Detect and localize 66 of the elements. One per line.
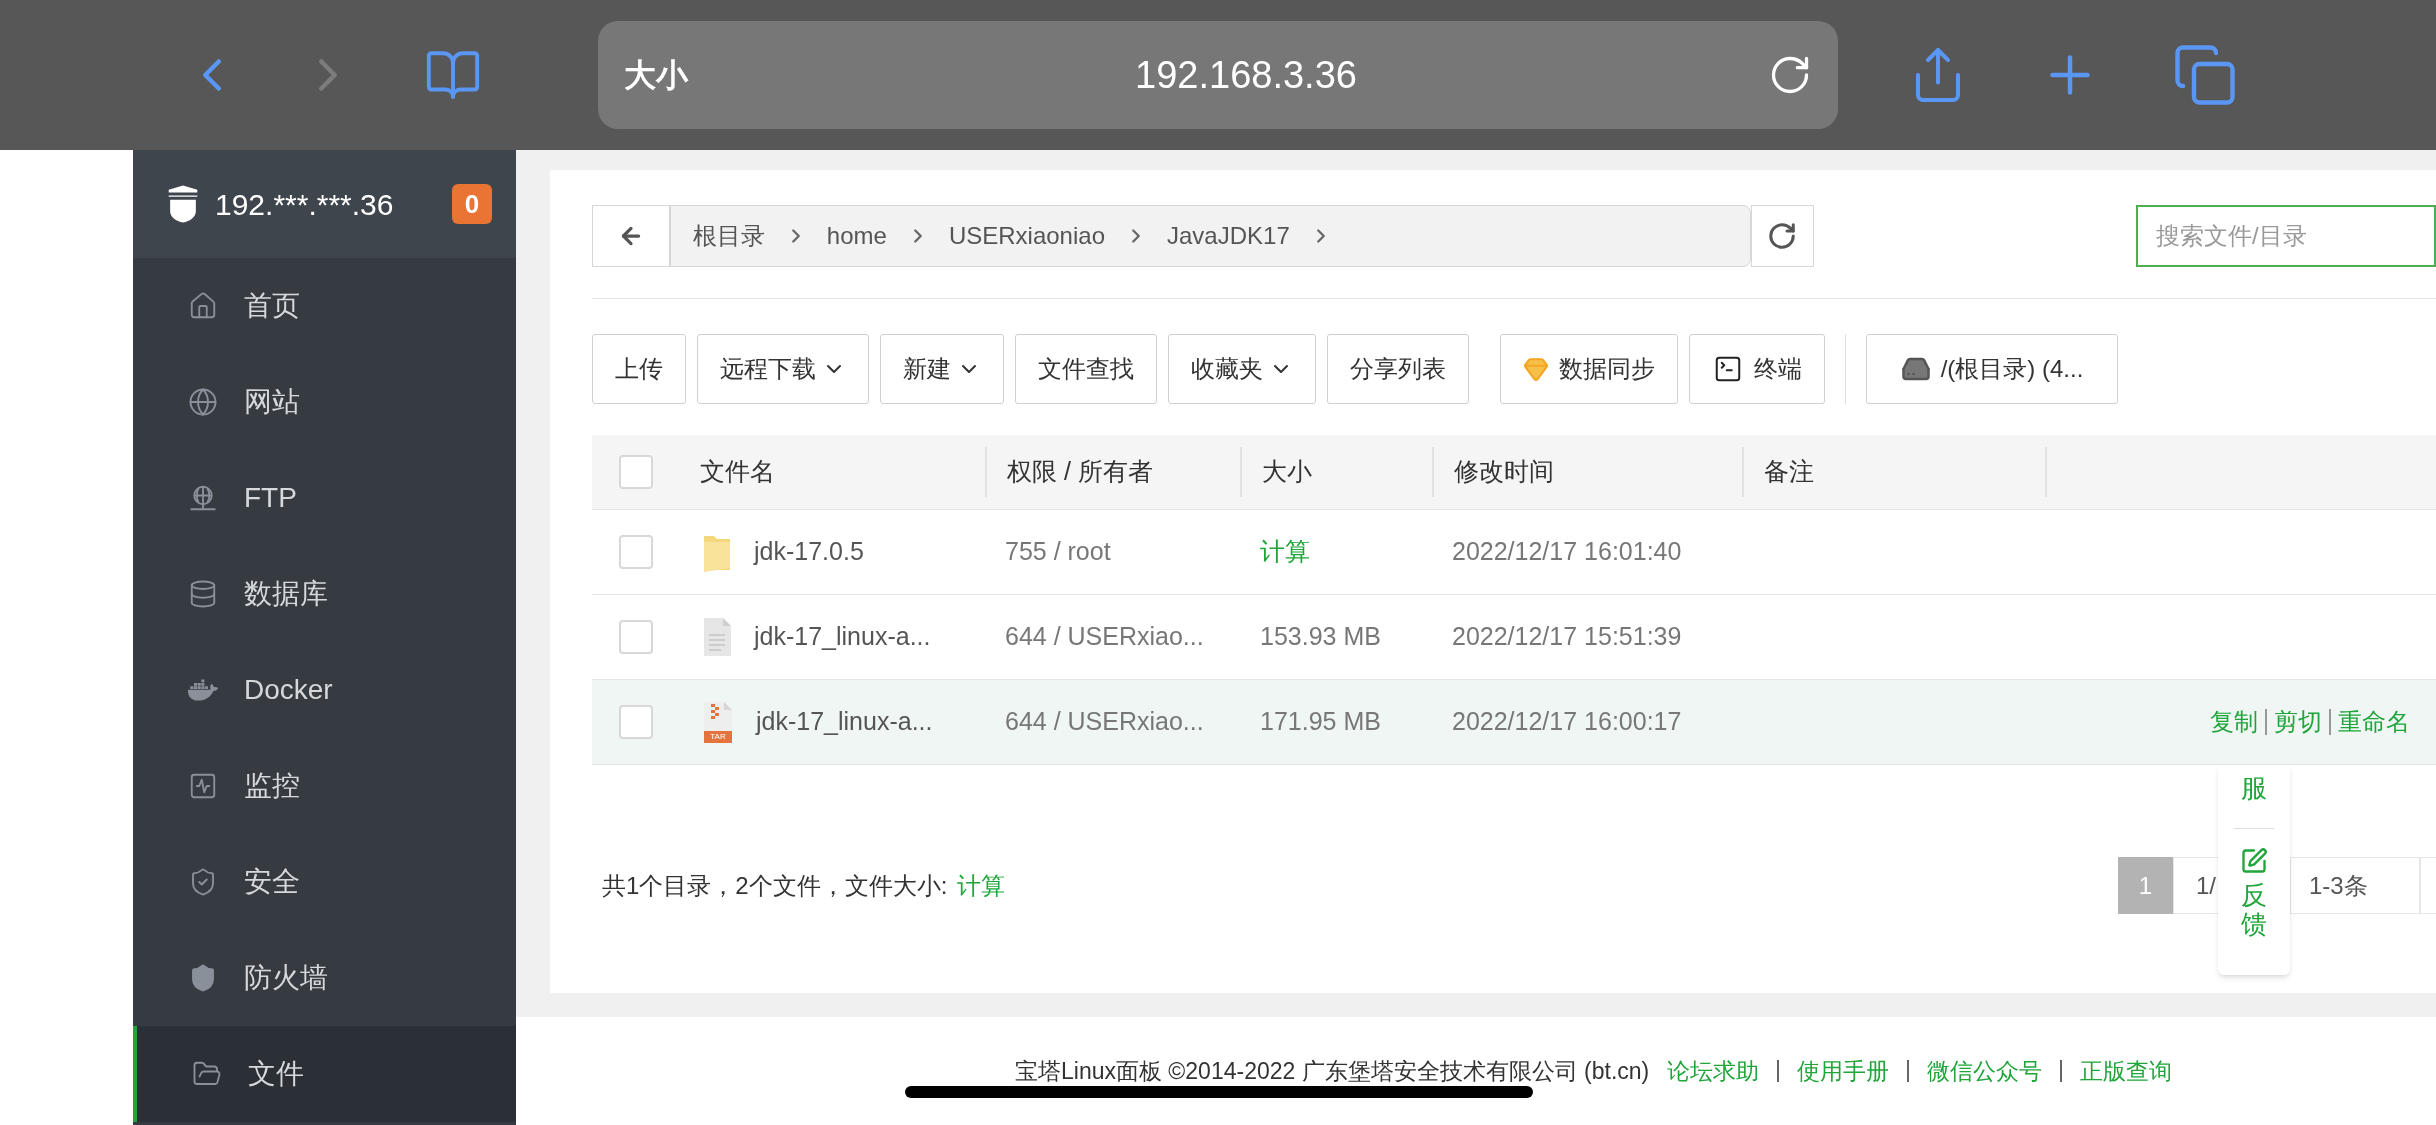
breadcrumb-link[interactable]: USERxiaoniao xyxy=(948,218,1105,254)
home-icon xyxy=(188,291,218,321)
table-cell: 2022/12/17 16:01:40 xyxy=(1452,537,1682,566)
sidebar-item[interactable]: FTP xyxy=(133,450,516,546)
toolbar-button[interactable]: 分享列表 xyxy=(1327,334,1469,404)
breadcrumb-link[interactable]: 根目录 xyxy=(692,218,765,254)
toolbar-button[interactable]: 收藏夹 xyxy=(1168,334,1316,404)
page-info: 1/ xyxy=(2196,870,2216,901)
table-cell: 2022/12/17 16:00:17 xyxy=(1452,707,1682,736)
globe-network-icon xyxy=(188,483,218,513)
table-row[interactable]: TAR jdk-17_linux-a... 644 / USERxiao... 171.95 MB 2022/12/17 16:00:17 复制 剪切 重命名 xyxy=(592,680,2436,765)
tabs-icon[interactable] xyxy=(2172,42,2238,108)
column-header: 修改时间 xyxy=(1454,456,1554,488)
table-cell: 2022/12/17 15:51:39 xyxy=(1452,622,1682,651)
toolbar-button[interactable]: 终端 xyxy=(1689,334,1825,404)
table-cell: 153.93 MB xyxy=(1260,622,1381,651)
address-bar[interactable]: 大小 192.168.3.36 xyxy=(598,21,1838,129)
sidebar-item[interactable]: 数据库 xyxy=(133,546,516,642)
archive-file-icon xyxy=(702,701,734,731)
sidebar-item[interactable]: 安全 xyxy=(133,834,516,930)
file-type-label: TAR xyxy=(704,731,732,743)
toolbar-button[interactable]: 新建 xyxy=(880,334,1004,404)
toolbar-button[interactable]: 上传 xyxy=(592,334,686,404)
file-name[interactable]: jdk-17.0.5 xyxy=(754,533,864,571)
diamond-icon xyxy=(1523,356,1549,382)
toolbar-button[interactable]: 数据同步 xyxy=(1500,334,1678,404)
column-header: 大小 xyxy=(1262,456,1312,488)
sidebar-item[interactable]: 首页 xyxy=(133,258,516,354)
page-info: 1-3条 xyxy=(2309,870,2368,901)
checkbox[interactable] xyxy=(619,705,653,739)
file-name[interactable]: jdk-17_linux-a... xyxy=(756,703,933,741)
sidebar-item[interactable]: 网站 xyxy=(133,354,516,450)
summary-text: 共1个目录，2个文件，文件大小: xyxy=(602,870,948,901)
checkbox[interactable] xyxy=(619,455,653,489)
file-name[interactable]: jdk-17_linux-a... xyxy=(754,618,931,656)
text-size-button[interactable]: 大小 xyxy=(624,51,744,99)
globe-icon xyxy=(188,387,218,417)
sidebar-item[interactable]: 文件 xyxy=(133,1026,516,1122)
column-header: 文件名 xyxy=(700,456,775,488)
refresh-button[interactable] xyxy=(1750,205,1814,267)
checkbox[interactable] xyxy=(619,620,653,654)
url-text: 192.168.3.36 xyxy=(1134,52,1358,98)
sidebar-item[interactable]: 监控 xyxy=(133,738,516,834)
edit-icon xyxy=(2240,847,2268,875)
activity-chart-icon xyxy=(188,771,218,801)
toolbar-button[interactable]: /(根目录) (4... xyxy=(1866,334,2118,404)
toolbar-button[interactable]: 文件查找 xyxy=(1015,334,1157,404)
sidebar-item[interactable]: Docker xyxy=(133,642,516,738)
refresh-icon xyxy=(1767,221,1798,251)
column-header: 权限 / 所有者 xyxy=(1007,456,1153,488)
database-icon xyxy=(188,579,218,609)
checkbox[interactable] xyxy=(619,535,653,569)
column-header: 备注 xyxy=(1764,456,1814,488)
back-button[interactable] xyxy=(592,205,670,267)
server-address: 192.***.***.36 xyxy=(215,186,395,223)
search-field[interactable]: 搜索文件/目录 xyxy=(2136,205,2436,267)
table-cell: 171.95 MB xyxy=(1260,707,1381,736)
document-icon xyxy=(702,617,732,657)
table-cell: 755 / root xyxy=(1005,537,1111,566)
breadcrumb-link[interactable]: JavaJDK17 xyxy=(1167,218,1290,254)
breadcrumb-link[interactable]: home xyxy=(826,218,887,254)
sidebar-item[interactable]: 防火墙 xyxy=(133,930,516,1026)
table-cell: 644 / USERxiao... xyxy=(1005,707,1204,736)
toolbar-button[interactable]: 远程下载 xyxy=(697,334,869,404)
table-cell: 644 / USERxiao... xyxy=(1005,622,1204,651)
copyright-text: 宝塔Linux面板 ©2014-2022 广东堡塔安全技术有限公司 (bt.cn) xyxy=(1015,1056,1650,1086)
